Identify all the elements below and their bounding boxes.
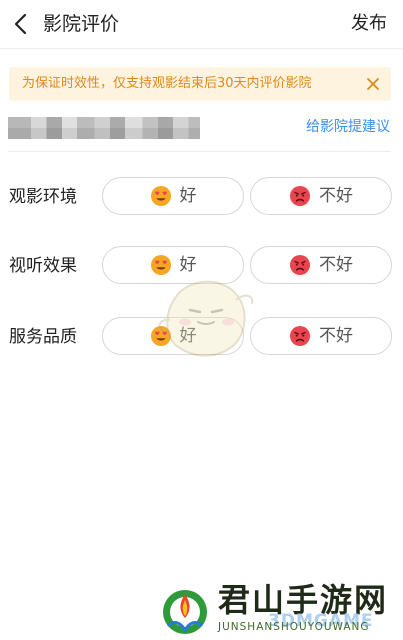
rating-row-label: 服务品质 (9, 327, 77, 347)
divider (8, 151, 391, 152)
rating-row-label: 视听效果 (9, 256, 77, 276)
rating-row-audiovisual: 视听效果 好 不好 (0, 246, 403, 286)
notice-close-button[interactable] (363, 74, 383, 94)
service-good-button[interactable]: 好 (102, 317, 244, 355)
site-logo-icon (163, 590, 207, 634)
notice-text: 为保证时效性，仅支持观影结束后30天内评价影院 (22, 76, 312, 91)
heart-eyes-face-icon (150, 325, 172, 347)
option-label: 好 (179, 326, 197, 346)
option-label: 不好 (319, 186, 353, 206)
page-title: 影院评价 (43, 13, 120, 35)
chevron-left-icon (14, 13, 27, 35)
site-pinyin: JUNSHANSHOUYOUWANG (218, 621, 370, 633)
publish-button[interactable]: 发布 (351, 11, 387, 37)
rating-row-environment: 观影环境 好 不好 (0, 177, 403, 217)
notice-banner: 为保证时效性，仅支持观影结束后30天内评价影院 (9, 67, 391, 101)
environment-good-button[interactable]: 好 (102, 177, 244, 215)
option-label: 好 (179, 255, 197, 275)
audiovisual-bad-button[interactable]: 不好 (250, 246, 392, 284)
site-watermark: 君山手游网 3DMGAME JUNSHANSHOUYOUWANG (156, 580, 403, 640)
rating-row-service: 服务品质 好 不好 (0, 317, 403, 357)
service-bad-button[interactable]: 不好 (250, 317, 392, 355)
option-label: 不好 (319, 326, 353, 346)
close-icon (367, 78, 379, 90)
option-label: 好 (179, 186, 197, 206)
frowning-face-icon (289, 254, 311, 276)
frowning-face-icon (289, 185, 311, 207)
option-label: 不好 (319, 255, 353, 275)
frowning-face-icon (289, 325, 311, 347)
heart-eyes-face-icon (150, 254, 172, 276)
top-bar: 影院评价 发布 (0, 0, 403, 49)
heart-eyes-face-icon (150, 185, 172, 207)
suggest-to-cinema-link[interactable]: 给影院提建议 (306, 116, 390, 138)
rating-row-label: 观影环境 (9, 187, 77, 207)
audiovisual-good-button[interactable]: 好 (102, 246, 244, 284)
back-button[interactable] (6, 8, 36, 40)
environment-bad-button[interactable]: 不好 (250, 177, 392, 215)
cinema-name-blurred (8, 117, 200, 139)
